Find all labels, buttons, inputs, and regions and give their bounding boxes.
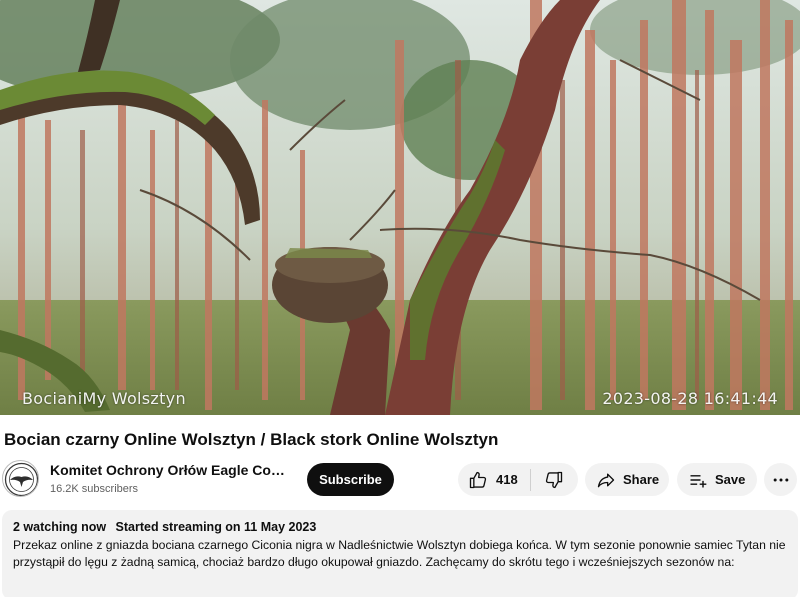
video-frame-forest-nest [0, 0, 800, 415]
subscriber-count: 16.2K subscribers [50, 483, 139, 495]
save-label: Save [715, 472, 746, 487]
like-button[interactable]: 418 [458, 463, 530, 496]
save-button[interactable]: Save [677, 463, 757, 496]
subscribe-button[interactable]: Subscribe [307, 463, 394, 496]
more-dots-icon [773, 478, 788, 481]
stream-start-date: Started streaming on 11 May 2023 [115, 520, 317, 534]
thumb-down-icon [545, 471, 562, 488]
playlist-add-icon [690, 474, 707, 487]
like-count: 418 [496, 472, 518, 487]
more-actions-button[interactable] [764, 463, 797, 496]
description-text: Przekaz online z gniazda bociana czarneg… [13, 538, 786, 569]
eagle-logo-icon [4, 462, 38, 496]
description-box[interactable]: 2 watching now Started streaming on 11 M… [2, 510, 798, 597]
share-arrow-icon [597, 473, 615, 487]
watching-count: 2 watching now [13, 520, 107, 534]
video-timestamp: 2023-08-28 16:41:44 [602, 389, 778, 408]
channel-avatar[interactable] [2, 460, 39, 497]
dislike-button[interactable] [531, 463, 577, 496]
thumb-up-icon [469, 471, 487, 488]
video-watermark: BocianiMy Wolsztyn [22, 389, 186, 408]
share-button[interactable]: Share [585, 463, 669, 496]
channel-name[interactable]: Komitet Ochrony Orłów Eagle Con... [50, 462, 290, 478]
share-label: Share [623, 472, 660, 487]
video-title: Bocian czarny Online Wolsztyn / Black st… [4, 430, 499, 449]
like-dislike-bar: 418 [458, 463, 578, 496]
video-player[interactable]: BocianiMy Wolsztyn 2023-08-28 16:41:44 [0, 0, 800, 415]
description-meta: 2 watching now Started streaming on 11 M… [13, 520, 788, 534]
